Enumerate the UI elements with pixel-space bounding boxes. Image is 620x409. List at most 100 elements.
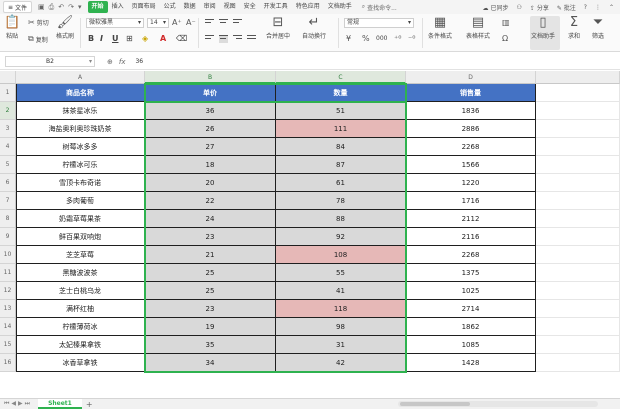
- prev-sheet-icon[interactable]: ◀: [11, 400, 16, 408]
- font-name-select[interactable]: 微软雅黑 ▾: [86, 18, 144, 28]
- tab-9[interactable]: 特色应用: [292, 1, 324, 13]
- cell-price[interactable]: 18: [145, 156, 276, 174]
- tab-8[interactable]: 开发工具: [260, 1, 292, 13]
- doc-assist-button[interactable]: ▯ 文档助手: [531, 16, 555, 41]
- empty-cell[interactable]: [536, 246, 620, 264]
- empty-cell[interactable]: [536, 120, 620, 138]
- cell-qty[interactable]: 84: [276, 138, 406, 156]
- cell-price[interactable]: 20: [145, 174, 276, 192]
- cell-price[interactable]: 26: [145, 120, 276, 138]
- cell-price[interactable]: 34: [145, 354, 276, 372]
- last-sheet-icon[interactable]: ⏭: [25, 400, 30, 408]
- cell-name[interactable]: 奶霜草莓果茶: [16, 210, 145, 228]
- cell-qty[interactable]: 41: [276, 282, 406, 300]
- empty-cell[interactable]: [536, 138, 620, 156]
- header-cell-2[interactable]: 数量: [276, 84, 406, 102]
- align-left-icon[interactable]: [205, 35, 214, 43]
- share-button[interactable]: ⇪ 分享: [530, 3, 549, 12]
- row-header-11[interactable]: 11: [0, 264, 16, 282]
- percent-button[interactable]: %: [362, 34, 370, 43]
- save-icon[interactable]: ▣: [38, 3, 45, 12]
- cell-name[interactable]: 太妃榛果拿铁: [16, 336, 145, 354]
- cell-name[interactable]: 海盐奥利奥珍珠奶茶: [16, 120, 145, 138]
- row-header-8[interactable]: 8: [0, 210, 16, 228]
- cell-sales[interactable]: 2116: [406, 228, 536, 246]
- column-header-d[interactable]: D: [406, 71, 536, 84]
- cell-qty[interactable]: 108: [276, 246, 406, 264]
- row-header-10[interactable]: 10: [0, 246, 16, 264]
- empty-cell[interactable]: [536, 84, 620, 102]
- cell-qty[interactable]: 92: [276, 228, 406, 246]
- fx-icon[interactable]: fx: [119, 58, 126, 66]
- formula-input[interactable]: 36: [135, 58, 143, 65]
- empty-cell[interactable]: [536, 336, 620, 354]
- copy-button[interactable]: ⧉ 复制: [28, 34, 48, 44]
- filter-button[interactable]: ⏷ 筛选: [592, 16, 604, 41]
- cell-qty[interactable]: 42: [276, 354, 406, 372]
- row-header-6[interactable]: 6: [0, 174, 16, 192]
- empty-cell[interactable]: [536, 318, 620, 336]
- command-search[interactable]: ⌕ 查找命令...: [362, 3, 397, 12]
- row-header-5[interactable]: 5: [0, 156, 16, 174]
- cell-sales[interactable]: 1428: [406, 354, 536, 372]
- header-cell-1[interactable]: 单价: [145, 84, 276, 102]
- tab-0[interactable]: 开始: [87, 1, 108, 13]
- cell-sales[interactable]: 2886: [406, 120, 536, 138]
- cell-sales[interactable]: 1716: [406, 192, 536, 210]
- cell-price[interactable]: 23: [145, 300, 276, 318]
- cell-name[interactable]: 抹茶星冰乐: [16, 102, 145, 120]
- cell-qty[interactable]: 61: [276, 174, 406, 192]
- font-shrink-button[interactable]: A⁻: [186, 18, 196, 27]
- cell-price[interactable]: 22: [145, 192, 276, 210]
- fill-color-icon[interactable]: ◈: [142, 34, 148, 43]
- cell-name[interactable]: 芝芝草莓: [16, 246, 145, 264]
- cell-qty[interactable]: 51: [276, 102, 406, 120]
- row-header-14[interactable]: 14: [0, 318, 16, 336]
- cell-qty[interactable]: 87: [276, 156, 406, 174]
- row-header-1[interactable]: 1: [0, 84, 16, 102]
- cell-name[interactable]: 冰香草拿铁: [16, 354, 145, 372]
- header-cell-3[interactable]: 销售量: [406, 84, 536, 102]
- cell-qty[interactable]: 98: [276, 318, 406, 336]
- column-header-a[interactable]: A: [16, 71, 145, 84]
- conditional-format-button[interactable]: ▦ 条件格式: [428, 16, 452, 41]
- row-header-4[interactable]: 4: [0, 138, 16, 156]
- cell-qty[interactable]: 31: [276, 336, 406, 354]
- currency-button[interactable]: ¥: [346, 34, 351, 43]
- empty-cell[interactable]: [536, 282, 620, 300]
- align-top-icon[interactable]: [205, 19, 214, 27]
- row-header-16[interactable]: 16: [0, 354, 16, 372]
- cell-price[interactable]: 36: [145, 102, 276, 120]
- decimal-inc-button[interactable]: ⁺⁰: [394, 34, 401, 43]
- bold-button[interactable]: B: [88, 34, 94, 43]
- cell-name[interactable]: 柠檬薄荷冰: [16, 318, 145, 336]
- column-header-b[interactable]: B: [145, 71, 276, 84]
- comment-button[interactable]: ✎ 批注: [557, 3, 576, 12]
- zoom-icon[interactable]: ⊕: [107, 58, 113, 66]
- more-options-icon[interactable]: ⋮: [595, 4, 601, 11]
- align-bottom-icon[interactable]: [233, 19, 242, 27]
- row-header-12[interactable]: 12: [0, 282, 16, 300]
- sync-status[interactable]: ☁ 已同步: [483, 3, 509, 12]
- cell-sales[interactable]: 2714: [406, 300, 536, 318]
- empty-cell[interactable]: [536, 102, 620, 120]
- select-all-corner[interactable]: [0, 71, 16, 84]
- cell-name[interactable]: 黑糖波波茶: [16, 264, 145, 282]
- horizontal-scrollbar[interactable]: [398, 401, 598, 407]
- row-header-3[interactable]: 3: [0, 120, 16, 138]
- justify-icon[interactable]: [247, 35, 256, 43]
- cell-sales[interactable]: 1566: [406, 156, 536, 174]
- row-header-13[interactable]: 13: [0, 300, 16, 318]
- row-header-15[interactable]: 15: [0, 336, 16, 354]
- cell-sales[interactable]: 2268: [406, 138, 536, 156]
- sum-button[interactable]: Σ 求和: [568, 16, 580, 41]
- paste-button[interactable]: 📋 粘贴: [4, 16, 20, 41]
- first-sheet-icon[interactable]: ⏮: [4, 400, 9, 408]
- cell-name[interactable]: 多肉葡萄: [16, 192, 145, 210]
- italic-button[interactable]: I: [100, 34, 103, 43]
- empty-cell[interactable]: [536, 228, 620, 246]
- number-format-select[interactable]: 常规 ▾: [344, 18, 414, 28]
- tab-1[interactable]: 插入: [108, 1, 128, 13]
- file-menu-button[interactable]: ≡ 文件: [3, 1, 33, 13]
- row-header-2[interactable]: 2: [0, 102, 16, 120]
